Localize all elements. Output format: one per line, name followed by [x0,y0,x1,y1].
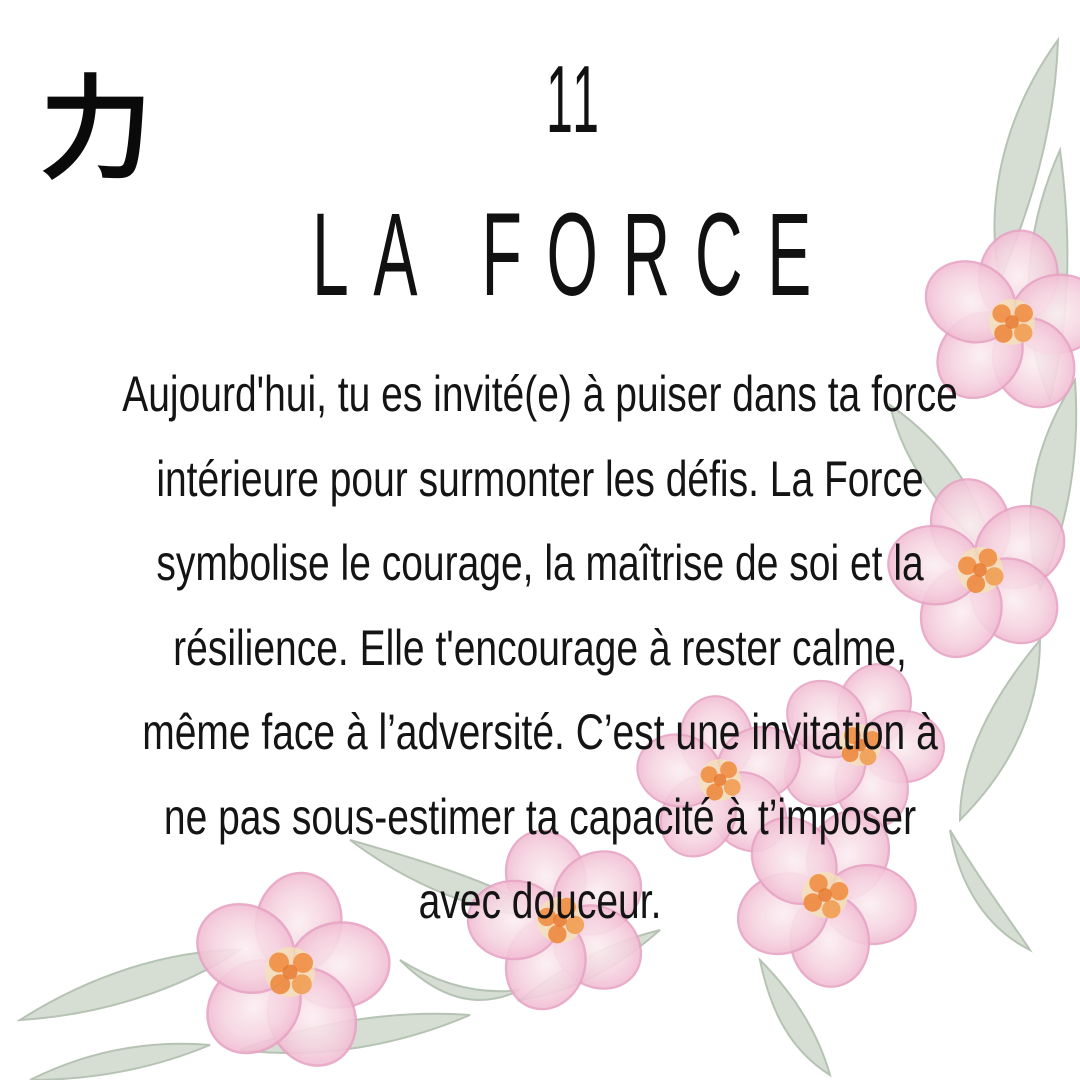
card-title: LA FORCE [312,189,836,321]
description-line: avec douceur. [418,873,662,929]
card-description: Aujourd'hui, tu es invité(e) à puiser da… [0,352,1080,944]
description-line: intérieure pour surmonter les défis. La … [156,450,924,507]
description-line: ne pas sous-estimer ta capacité à t’impo… [163,788,917,845]
description-line: même face à l’adversité. C’est une invit… [142,704,938,760]
description-line: symbolise le courage, la maîtrise de soi… [156,535,924,591]
card-number: 11 [546,46,602,153]
tarot-card: 力 11 LA FORCE Aujourd'hui, tu es invité(… [0,0,1080,1080]
kanji-symbol: 力 [40,65,152,195]
description-line: Aujourd'hui, tu es invité(e) à puiser da… [122,366,958,422]
description-line: résilience. Elle t'encourage à rester ca… [173,619,907,676]
